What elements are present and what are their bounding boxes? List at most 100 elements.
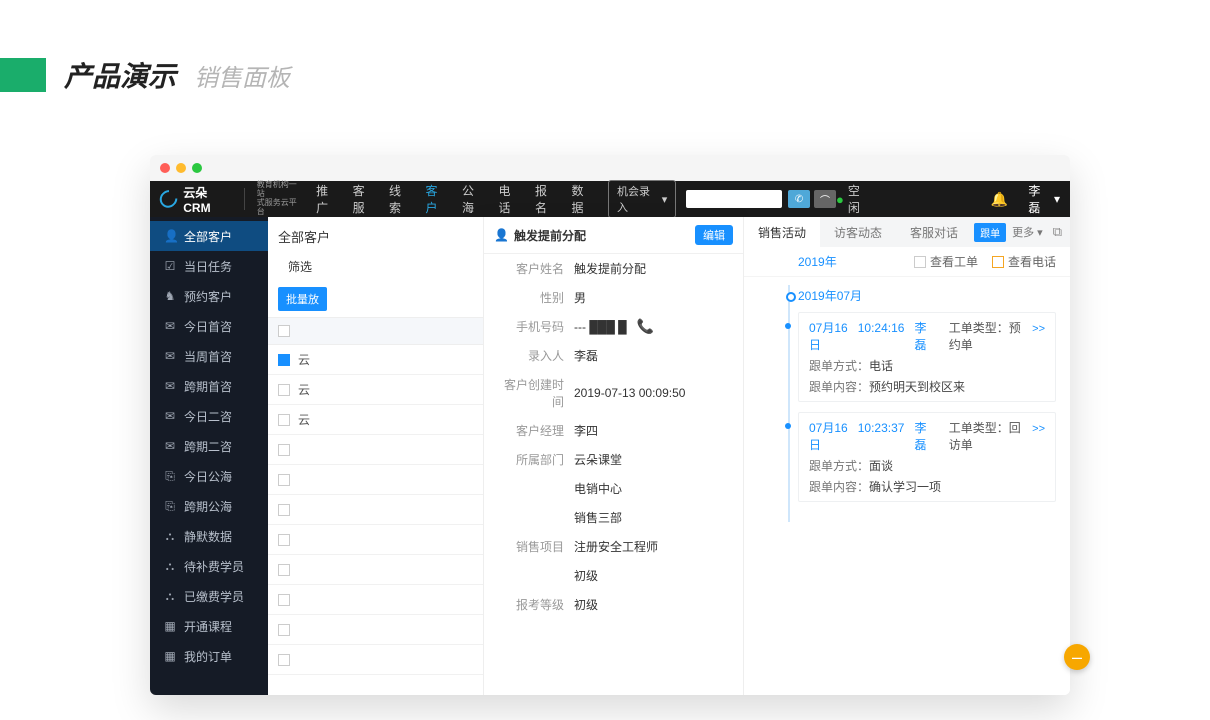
bulk-action-button[interactable]: 批量放 [278,287,327,311]
sidebar-icon: ▦ [164,619,176,633]
bell-icon[interactable]: 🔔 [991,191,1008,208]
row-checkbox[interactable] [278,624,290,636]
table-row[interactable] [268,555,483,585]
table-row[interactable]: 云 [268,345,483,375]
row-checkbox[interactable] [278,534,290,546]
follow-up-button[interactable]: 跟单 [974,223,1006,242]
sidebar-icon: ✉ [164,379,176,393]
timeline-tab-0[interactable]: 销售活动 [744,217,820,247]
sidebar-item-label: 今日二咨 [184,408,232,425]
sidebar-item-12[interactable]: ⛬已缴费学员 [150,581,268,611]
select-all-checkbox[interactable] [278,325,290,337]
sidebar-item-13[interactable]: ▦ 开通课程 [150,611,268,641]
field-label: 客户姓名 [494,260,564,277]
sidebar-item-14[interactable]: ▦我的订单 [150,641,268,671]
card-more-link[interactable]: >> [1032,423,1045,435]
status-text[interactable]: 空闲 [848,182,871,216]
person-icon: 👤 [494,228,509,242]
sidebar-item-11[interactable]: ⛬待补费学员 [150,551,268,581]
sidebar-item-5[interactable]: ✉跨期首咨 [150,371,268,401]
row-checkbox[interactable] [278,654,290,666]
field-value: 2019-07-13 00:09:50 [574,386,685,400]
table-row[interactable] [268,465,483,495]
row-checkbox[interactable] [278,504,290,516]
row-checkbox[interactable] [278,444,290,456]
sidebar-item-8[interactable]: ⎘今日公海 [150,461,268,491]
timeline-tab-1[interactable]: 访客动态 [820,217,896,247]
phone-icon[interactable]: 📞 [637,318,654,335]
sidebar: 👤全部客户☑当日任务♞预约客户✉今日首咨✉当周首咨✉跨期首咨✉今日二咨✉跨期二咨… [150,217,268,695]
table-row[interactable] [268,495,483,525]
opportunity-entry-button[interactable]: 机会录入 ▾ [608,180,676,218]
nav-item-0[interactable]: 推广 [316,182,338,216]
call-phone-button[interactable]: ✆ [788,190,810,208]
sidebar-item-label: 预约客户 [184,288,232,305]
logo-sub-1: 教育机构一站 [257,181,302,199]
sidebar-item-label: 当周首咨 [184,348,232,365]
table-row[interactable] [268,435,483,465]
table-row[interactable]: 云 [268,375,483,405]
logo-subtitle: 教育机构一站 式服务云平台 [257,181,302,216]
row-checkbox[interactable] [278,414,290,426]
row-checkbox[interactable] [278,594,290,606]
row-checkbox[interactable] [278,474,290,486]
timeline-filter-row: 2019年 查看工单 查看电话 [744,247,1070,277]
table-row[interactable] [268,645,483,675]
row-checkbox[interactable] [278,564,290,576]
card-more-link[interactable]: >> [1032,323,1045,335]
sidebar-item-2[interactable]: ♞预约客户 [150,281,268,311]
timeline-panel: 销售活动访客动态客服对话 跟单 更多 ▾ ⧉ 2019年 查看工单 查看电话 2… [743,217,1070,695]
sidebar-item-4[interactable]: ✉当周首咨 [150,341,268,371]
nav-items: 推广客服线索客户公海电话报名数据 [316,182,594,216]
sidebar-item-3[interactable]: ✉今日首咨 [150,311,268,341]
sidebar-icon: ⛬ [164,559,176,574]
sidebar-item-1[interactable]: ☑当日任务 [150,251,268,281]
nav-item-2[interactable]: 线索 [389,182,411,216]
user-menu[interactable]: 李磊 ▾ [1028,182,1060,216]
detail-field: 手机号码--- ███ █📞 [484,312,743,341]
nav-item-7[interactable]: 数据 [571,182,593,216]
search-input[interactable] [686,190,782,208]
table-row[interactable] [268,525,483,555]
edit-button[interactable]: 编辑 [695,225,733,245]
sidebar-item-9[interactable]: ⎘跨期公海 [150,491,268,521]
sidebar-item-label: 跨期二咨 [184,438,232,455]
sidebar-item-label: 全部客户 [184,228,232,245]
table-row[interactable] [268,585,483,615]
more-link[interactable]: 更多 ▾ [1012,224,1043,240]
sidebar-item-label: 跨期公海 [184,498,232,515]
sidebar-item-7[interactable]: ✉跨期二咨 [150,431,268,461]
chevron-down-icon: ▾ [662,193,668,206]
view-call-checkbox[interactable]: 查看电话 [992,253,1056,270]
app-window: 云朵CRM 教育机构一站 式服务云平台 推广客服线索客户公海电话报名数据 机会录… [150,155,1070,695]
timeline-tab-2[interactable]: 客服对话 [896,217,972,247]
row-checkbox[interactable] [278,384,290,396]
filter-label[interactable]: 筛选 [268,250,483,283]
view-workorder-checkbox[interactable]: 查看工单 [914,253,978,270]
nav-item-6[interactable]: 报名 [535,182,557,216]
sidebar-item-0[interactable]: 👤全部客户 [150,221,268,251]
timeline-month: 2019年07月 [798,287,1056,304]
sidebar-item-label: 开通课程 [184,618,232,635]
table-row[interactable]: 云 [268,405,483,435]
nav-item-3[interactable]: 客户 [426,182,448,216]
timeline-year[interactable]: 2019年 [798,253,837,270]
field-label: 性别 [494,289,564,306]
nav-item-1[interactable]: 客服 [353,182,375,216]
nav-item-4[interactable]: 公海 [462,182,484,216]
nav-item-5[interactable]: 电话 [499,182,521,216]
minimize-icon[interactable] [176,163,186,173]
card-date: 07月16日 [809,419,848,453]
close-icon[interactable] [160,163,170,173]
sidebar-item-6[interactable]: ✉今日二咨 [150,401,268,431]
row-checkbox[interactable] [278,354,290,366]
card-time: 10:23:37 [858,421,905,435]
popout-icon[interactable]: ⧉ [1053,224,1062,240]
checkbox-label: 查看工单 [930,255,978,269]
detail-field: 销售项目注册安全工程师 [484,532,743,561]
maximize-icon[interactable] [192,163,202,173]
sidebar-item-10[interactable]: ⛬静默数据 [150,521,268,551]
call-hangup-button[interactable]: ⌒ [814,190,836,208]
minimize-fab[interactable]: – [1064,644,1090,670]
table-row[interactable] [268,615,483,645]
